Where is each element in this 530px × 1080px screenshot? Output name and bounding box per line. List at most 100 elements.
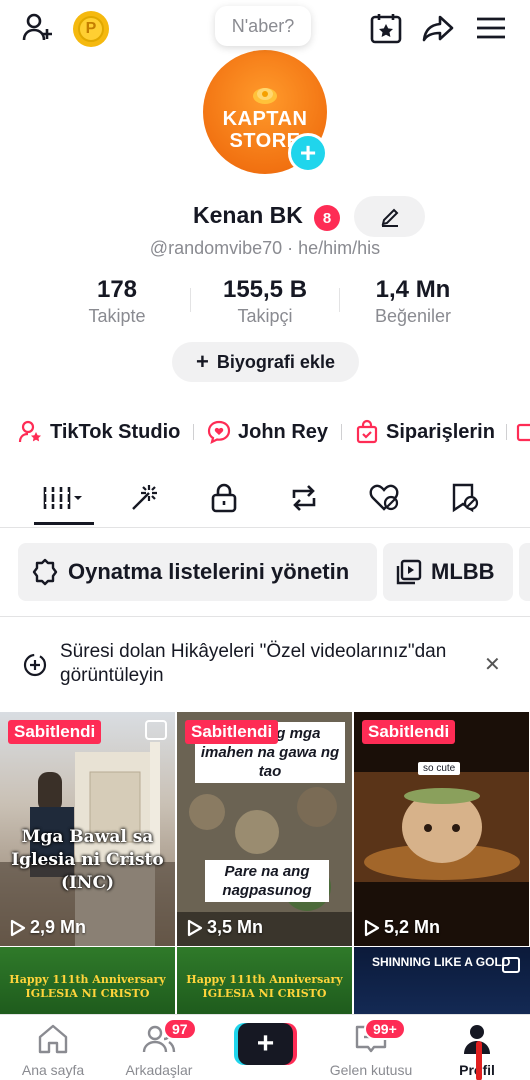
pinned-badge: Sabitlendi (362, 720, 456, 744)
stat-label: Takipte (88, 306, 146, 326)
tab-lock-icon[interactable] (194, 480, 254, 516)
playlist-chip-mlbb[interactable]: MLBB (383, 543, 513, 601)
link-more-icon[interactable] (516, 416, 530, 448)
video-thumbnail-baby (354, 712, 529, 946)
video-overlay-line1: SHINNING LIKE A GOLD (372, 955, 511, 969)
tab-sparkle-icon[interactable] (114, 480, 174, 516)
chat-heart-icon (207, 420, 231, 445)
stat-label: Beğeniler (374, 306, 452, 326)
video-tile[interactable]: Sabitlendi so cute 5,2 Mn (354, 712, 529, 946)
view-count: 2,9 Mn (8, 917, 86, 938)
calendar-star-icon[interactable] (368, 10, 404, 46)
view-count-value: 2,9 Mn (30, 917, 87, 937)
pencil-icon (381, 208, 398, 227)
coin-letter: P (78, 16, 104, 42)
link-label: John Rey (238, 420, 329, 443)
play-icon (364, 919, 380, 936)
multi-image-icon (502, 957, 520, 973)
profile-indicator (476, 1041, 482, 1080)
multi-image-icon (145, 720, 167, 740)
add-bio-button[interactable]: + Biyografi ekle (172, 342, 359, 382)
menu-icon[interactable] (473, 10, 509, 46)
link-divider (341, 424, 342, 440)
story-plus-icon (23, 653, 47, 677)
pinned-badge: Sabitlendi (8, 720, 102, 744)
video-overlay-line1: Happy 111th Anniversary (9, 973, 166, 986)
video-overlay-line1: Happy 111th Anniversary (186, 973, 343, 986)
stat-following[interactable]: 178 Takipte (42, 276, 192, 327)
play-icon (187, 919, 203, 936)
video-overlay-sticker: so cute (418, 762, 461, 775)
video-overlay-line2: IGLESIA NI CRISTO (25, 987, 150, 1000)
plus-icon: + (196, 349, 209, 374)
name-row: Kenan BK (0, 197, 530, 237)
share-icon[interactable] (420, 10, 456, 46)
stat-value: 1,4 Mn (375, 276, 451, 303)
tab-repost-icon[interactable] (274, 480, 334, 516)
view-count: 3,5 Mn (185, 917, 263, 938)
play-icon (10, 919, 26, 936)
video-tile[interactable]: Happy 111th Anniversary IGLESIA NI CRIST… (0, 947, 175, 1017)
status-bubble[interactable]: N'aber? (215, 6, 311, 46)
next-chip-partial[interactable] (519, 543, 530, 601)
video-overlay-bottom: Pare na ang nagpasunog (205, 860, 329, 902)
link-tiktok-studio[interactable]: TikTok Studio (18, 416, 180, 448)
view-count-value: 3,5 Mn (207, 917, 264, 937)
friends-badge: 97 (163, 1018, 197, 1040)
gear-icon (32, 558, 58, 586)
nav-label: Ana sayfa (21, 1062, 85, 1078)
stat-followers[interactable]: 155,5 B Takipçi (190, 276, 340, 327)
home-icon (38, 1024, 68, 1054)
link-label: TikTok Studio (50, 420, 181, 443)
video-tile[interactable]: SHINNING LIKE A GOLD (354, 947, 530, 1017)
create-button[interactable]: + (234, 1023, 297, 1065)
stories-notice[interactable]: Süresi dolan Hikâyeleri "Özel videoların… (22, 640, 502, 690)
coin-icon[interactable]: P (73, 11, 109, 47)
video-overlay-text: Mga Bawal sa Iglesia ni Cristo (INC) (11, 827, 164, 893)
nav-label: Gelen kutusu (329, 1062, 413, 1078)
nav-home[interactable]: Ana sayfa (3, 1023, 103, 1078)
add-story-button[interactable]: + (288, 133, 328, 173)
links-row: TikTok Studio John Rey Siparişlerin (0, 416, 530, 448)
chip-label: MLBB (431, 559, 495, 584)
manage-playlists-chip[interactable]: Oynatma listelerini yönetin (18, 543, 377, 601)
notice-text: Süresi dolan Hikâyeleri "Özel videoların… (60, 641, 447, 686)
inbox-badge: 99+ (364, 1018, 406, 1040)
content-tabs (0, 470, 530, 528)
video-tile[interactable]: Sabitlendi Mga Bawal sa Iglesia ni Crist… (0, 712, 175, 946)
profile-name: Kenan BK (193, 202, 303, 228)
bag-icon (356, 419, 378, 444)
link-label: Siparişlerin (386, 420, 495, 443)
video-tile[interactable]: Happy 111th Anniversary IGLESIA NI CRIST… (177, 947, 352, 1017)
profile-handle: @randomvibe70 · he/him/his (149, 238, 381, 258)
divider (0, 616, 530, 617)
nav-label: Arkadaşlar (125, 1062, 193, 1078)
view-count: 5,2 Mn (362, 917, 440, 938)
link-john-rey[interactable]: John Rey (206, 416, 328, 448)
person-star-icon (18, 420, 41, 443)
view-count-value: 5,2 Mn (384, 917, 441, 937)
add-bio-label: Biyografi ekle (216, 351, 335, 372)
active-tab-indicator (34, 522, 94, 525)
store-logo-icon (253, 88, 277, 104)
playlist-icon (396, 559, 422, 585)
video-overlay-line2: IGLESIA NI CRISTO (202, 987, 327, 1000)
bottom-nav: Ana sayfa Arkadaşlar 97 + Gelen kutusu 9… (0, 1014, 530, 1080)
link-divider (506, 424, 507, 440)
tab-bookmark-hidden-icon[interactable] (434, 480, 494, 516)
video-tile[interactable]: ahen ang mga imahen na gawa ng tao Sabit… (177, 712, 352, 946)
close-icon[interactable]: ✕ (484, 652, 501, 677)
stat-likes[interactable]: 1,4 Mn Beğeniler (338, 276, 488, 327)
pinned-badge: Sabitlendi (185, 720, 279, 744)
name-badge[interactable]: 8 (314, 205, 340, 231)
avatar-text-line1: KAPTAN (222, 108, 308, 130)
link-divider (193, 424, 194, 440)
add-friend-icon[interactable] (20, 10, 56, 46)
edit-profile-button[interactable] (354, 196, 425, 237)
tab-grid-icon[interactable] (34, 480, 94, 516)
tab-liked-hidden-icon[interactable] (354, 480, 414, 516)
chip-label: Oynatma listelerini yönetin (68, 559, 350, 584)
stat-value: 178 (96, 276, 138, 303)
link-siparislerin[interactable]: Siparişlerin (354, 416, 495, 448)
plus-icon: + (238, 1023, 293, 1065)
